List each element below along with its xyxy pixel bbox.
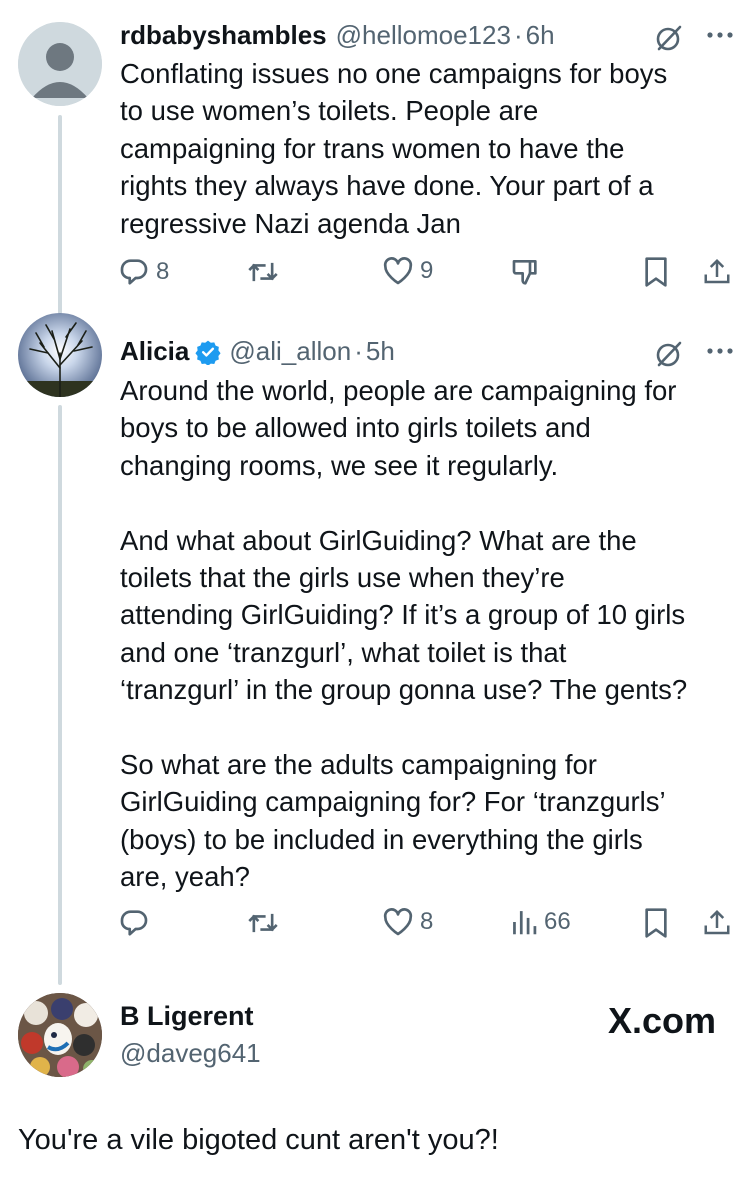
thread-line [58,115,62,327]
avatar[interactable] [18,993,102,1077]
like-count: 8 [420,908,434,935]
timestamp[interactable]: 6h [526,20,555,51]
reply-icon [120,910,148,936]
repost-button[interactable] [246,256,280,288]
view-count: 66 [544,908,571,935]
avatar[interactable] [18,313,102,397]
reply-icon [120,259,148,285]
reply-button[interactable] [118,907,156,939]
dislike-button[interactable] [510,256,542,288]
reply-text: You're a vile bigoted cunt aren't you?! [18,1124,499,1156]
user-handle[interactable]: @hellomoe123 [336,20,511,51]
reply-count: 8 [156,258,170,285]
plush-toys-avatar [18,993,102,1077]
reply-display-name[interactable]: B Ligerent [120,1001,254,1032]
views-icon [513,911,537,935]
like-button[interactable]: 8 [382,907,433,937]
tweet-actions: 8 66 [118,907,738,947]
separator: · [513,20,523,50]
grok-icon[interactable] [653,22,685,54]
thread-line [58,405,62,985]
x-watermark-text: X.com [607,1000,716,1041]
timestamp[interactable]: 5h [366,336,395,367]
tweet-text: Conflating issues no one campaigns for b… [120,58,668,239]
user-handle[interactable]: @ali_allon [229,336,351,367]
repost-button[interactable] [246,907,280,939]
more-icon[interactable] [706,346,734,356]
dislike-icon [512,260,537,285]
share-icon [704,258,730,284]
tweet-header: Alicia @ali_allon · 5h [120,336,395,367]
bookmark-icon [645,908,667,938]
separator: · [354,336,363,366]
avatar[interactable] [18,22,102,106]
repost-icon [248,262,278,282]
share-icon [704,909,730,935]
x-watermark: X.com [608,1000,716,1042]
like-icon [383,257,413,285]
tweet-header: rdbabyshambles @hellomoe123 · 6h [120,20,555,51]
bookmark-button[interactable] [642,256,670,288]
tree-photo-avatar [18,313,102,397]
views-button[interactable]: 66 [510,907,571,937]
repost-icon [248,913,278,933]
tweet-text: Around the world, people are campaigning… [120,375,688,893]
tweet-actions: 8 9 [118,256,738,296]
grok-icon[interactable] [653,338,685,370]
reply-button[interactable]: 8 [118,256,169,288]
default-avatar-icon [18,22,102,106]
like-button[interactable]: 9 [382,256,433,286]
display-name[interactable]: Alicia [120,336,189,367]
verified-badge-icon [195,340,221,365]
more-icon[interactable] [706,30,734,40]
share-button[interactable] [702,256,732,288]
like-count: 9 [420,257,434,284]
reply-user-handle[interactable]: @daveg641 [120,1038,261,1069]
display-name[interactable]: rdbabyshambles [120,20,327,51]
bookmark-button[interactable] [642,907,670,939]
like-icon [383,908,413,936]
share-button[interactable] [702,907,732,939]
bookmark-icon [645,257,667,287]
